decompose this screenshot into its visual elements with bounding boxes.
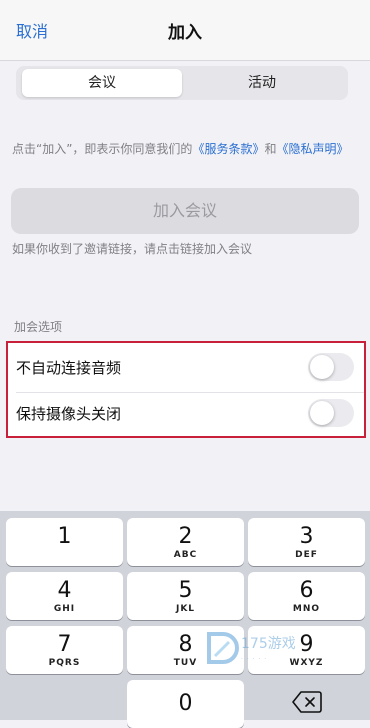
key-letters: JKL xyxy=(175,604,196,614)
backspace-icon xyxy=(292,691,322,713)
key-0[interactable]: 0 xyxy=(127,680,244,728)
key-7[interactable]: 7 PQRS xyxy=(6,626,123,674)
toggle-knob xyxy=(310,401,334,425)
key-letters: PQRS xyxy=(48,658,81,668)
camera-off-toggle[interactable] xyxy=(308,399,354,427)
terms-prefix: 点击“加入”，即表示你同意我们的 xyxy=(12,142,193,156)
key-number: 7 xyxy=(57,632,72,657)
key-3[interactable]: 3 DEF xyxy=(248,518,365,566)
key-number: 4 xyxy=(57,578,72,603)
segment-activity[interactable]: 活动 xyxy=(182,69,342,97)
no-auto-audio-toggle[interactable] xyxy=(308,353,354,381)
key-1[interactable]: 1 xyxy=(6,518,123,566)
key-number: 5 xyxy=(178,578,193,603)
key-letters: GHI xyxy=(53,604,76,614)
terms-conjunction: 和 xyxy=(264,142,277,156)
option-row-audio: 不自动连接音频 xyxy=(8,345,364,393)
join-options-label: 加会选项 xyxy=(14,320,63,334)
key-number: 3 xyxy=(299,524,314,549)
key-6[interactable]: 6 MNO xyxy=(248,572,365,620)
service-terms-link[interactable]: 《服务条款》 xyxy=(192,142,264,156)
key-number: 1 xyxy=(57,524,72,549)
segment-meeting[interactable]: 会议 xyxy=(22,69,182,97)
key-5[interactable]: 5 JKL xyxy=(127,572,244,620)
key-number: 0 xyxy=(178,691,193,716)
svg-text:· · · · ·: · · · · · xyxy=(241,656,267,663)
terms-notice: 点击“加入”，即表示你同意我们的《服务条款》和《隐私声明》 xyxy=(12,140,362,159)
invite-link-hint: 如果你收到了邀请链接，请点击链接加入会议 xyxy=(12,242,253,256)
key-number: 2 xyxy=(178,524,193,549)
navigation-bar: 取消 加入 xyxy=(0,0,370,61)
join-meeting-button[interactable]: 加入会议 xyxy=(11,188,359,234)
option-label-camera-off: 保持摄像头关闭 xyxy=(16,405,122,423)
key-number: 6 xyxy=(299,578,314,603)
key-4[interactable]: 4 GHI xyxy=(6,572,123,620)
watermark-logo: 175游戏 · · · · · xyxy=(207,632,296,664)
numeric-keypad: 1 2 ABC 3 DEF 4 GHI 5 JKL 6 MNO 7 PQRS 8… xyxy=(0,511,370,728)
backspace-key[interactable] xyxy=(248,680,365,728)
segmented-control: 会议 活动 xyxy=(16,66,348,100)
option-label-no-auto-audio: 不自动连接音频 xyxy=(16,359,122,377)
privacy-statement-link[interactable]: 《隐私声明》 xyxy=(276,142,348,156)
option-row-camera: 保持摄像头关闭 xyxy=(8,391,364,437)
key-letters: ABC xyxy=(173,550,198,560)
key-letters: MNO xyxy=(292,604,321,614)
key-letters: DEF xyxy=(295,550,318,560)
join-options-group: 不自动连接音频 保持摄像头关闭 xyxy=(6,341,366,438)
page-title: 加入 xyxy=(168,23,202,43)
svg-text:175游戏: 175游戏 xyxy=(241,636,296,652)
key-2[interactable]: 2 ABC xyxy=(127,518,244,566)
toggle-knob xyxy=(310,355,334,379)
